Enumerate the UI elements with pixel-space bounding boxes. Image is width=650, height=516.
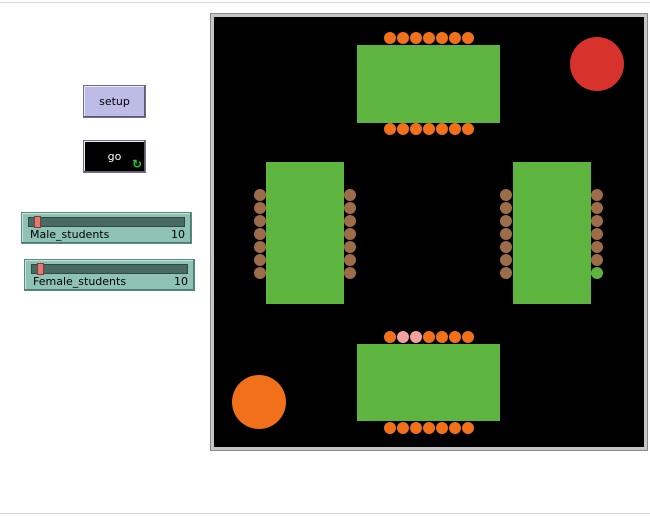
seat-left-outer: [254, 254, 266, 266]
seat-right-outer: [591, 228, 603, 240]
seat-bottom-lower: [462, 422, 474, 434]
seat-left-outer: [254, 215, 266, 227]
forever-arrows-icon: ↻: [132, 157, 143, 171]
seat-right-inner: [500, 202, 512, 214]
seat-left-outer: [254, 228, 266, 240]
seat-bottom-lower: [436, 422, 448, 434]
seat-right-inner: [500, 241, 512, 253]
seat-top-upper: [449, 32, 461, 44]
seat-bottom-upper: [397, 331, 409, 343]
seat-right-outer: [591, 202, 603, 214]
seat-left-outer: [254, 202, 266, 214]
seat-top-upper: [410, 32, 422, 44]
seat-right-inner: [500, 228, 512, 240]
seat-bottom-upper: [410, 331, 422, 343]
female-students-slider-knob[interactable]: [36, 263, 44, 275]
table-left: [266, 162, 344, 304]
table-bottom: [357, 344, 500, 421]
go-button-label: go: [107, 150, 122, 163]
seat-right-outer: [591, 189, 603, 201]
seat-right-outer: [591, 241, 603, 253]
seat-left-inner: [344, 267, 356, 279]
seat-bottom-upper: [423, 331, 435, 343]
seat-left-outer: [254, 241, 266, 253]
seat-left-inner: [344, 254, 356, 266]
seat-top-upper: [436, 32, 448, 44]
seat-left-inner: [344, 228, 356, 240]
seat-right-inner: [500, 267, 512, 279]
female-students-slider-label: Female_students: [33, 275, 127, 288]
seat-top-upper: [384, 32, 396, 44]
seat-top-upper: [397, 32, 409, 44]
female-students-slider-value: 10: [174, 275, 188, 288]
seat-right-outer: [591, 267, 603, 279]
table-right: [513, 162, 591, 304]
seat-bottom-lower: [397, 422, 409, 434]
bottom-divider: [0, 513, 650, 514]
male-students-slider-value: 10: [171, 228, 185, 241]
seat-right-inner: [500, 189, 512, 201]
seat-left-inner: [344, 241, 356, 253]
world-canvas[interactable]: [214, 17, 644, 447]
table-top: [357, 45, 500, 123]
seat-bottom-lower: [423, 422, 435, 434]
female-students-slider-track[interactable]: [31, 263, 188, 275]
world-view[interactable]: [210, 13, 648, 451]
seat-right-inner: [500, 254, 512, 266]
seat-bottom-upper: [436, 331, 448, 343]
seat-top-lower: [410, 123, 422, 135]
seat-bottom-lower: [410, 422, 422, 434]
seat-left-inner: [344, 202, 356, 214]
male-students-slider-track[interactable]: [28, 216, 185, 228]
seat-right-outer: [591, 215, 603, 227]
seat-top-upper: [462, 32, 474, 44]
seat-top-lower: [436, 123, 448, 135]
seat-bottom-lower: [384, 422, 396, 434]
male-students-slider[interactable]: Male_students 10: [21, 212, 192, 244]
seat-bottom-upper: [462, 331, 474, 343]
seat-left-outer: [254, 267, 266, 279]
seat-top-lower: [423, 123, 435, 135]
seat-bottom-upper: [449, 331, 461, 343]
male-students-slider-knob[interactable]: [33, 216, 41, 228]
top-divider: [0, 2, 650, 3]
seat-left-inner: [344, 215, 356, 227]
setup-button-label: setup: [99, 95, 130, 108]
seat-right-inner: [500, 215, 512, 227]
male-students-slider-label: Male_students: [30, 228, 110, 241]
female-students-slider[interactable]: Female_students 10: [24, 259, 195, 291]
seat-top-lower: [397, 123, 409, 135]
seat-right-outer: [591, 254, 603, 266]
seat-top-lower: [449, 123, 461, 135]
setup-button[interactable]: setup: [83, 85, 146, 118]
orange-circle: [232, 375, 286, 429]
go-button[interactable]: go ↻: [83, 140, 146, 173]
seat-bottom-upper: [384, 331, 396, 343]
seat-left-inner: [344, 189, 356, 201]
seat-left-outer: [254, 189, 266, 201]
seat-top-lower: [462, 123, 474, 135]
red-circle: [570, 37, 624, 91]
seat-bottom-lower: [449, 422, 461, 434]
seat-top-lower: [384, 123, 396, 135]
seat-top-upper: [423, 32, 435, 44]
